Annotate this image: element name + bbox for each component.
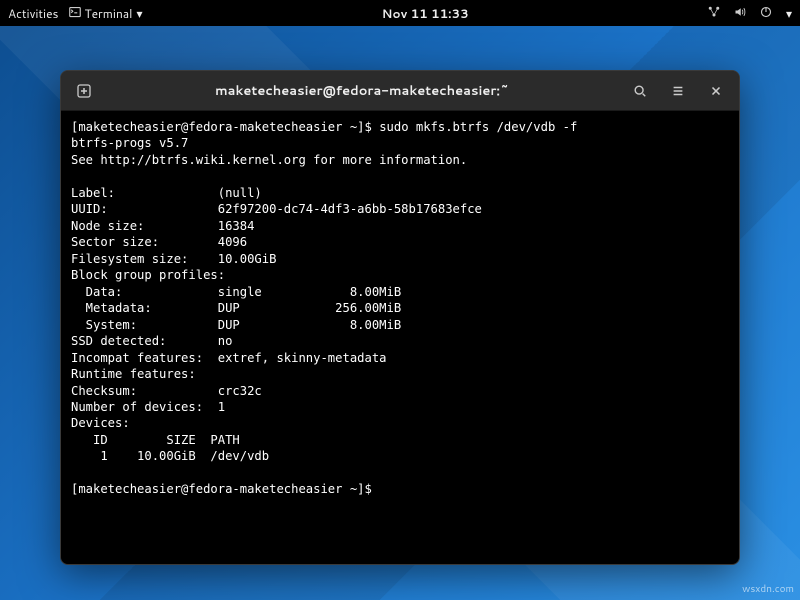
menu-button[interactable] <box>663 76 693 106</box>
output-line: Incompat features: extref, skinny-metada… <box>71 351 387 365</box>
output-line: Metadata: DUP 256.00MiB <box>71 301 401 315</box>
output-line: Label: (null) <box>71 186 262 200</box>
output-line: Sector size: 4096 <box>71 235 247 249</box>
hamburger-icon <box>671 84 685 98</box>
gnome-top-bar: Activities Terminal ▾ Nov 11 11:33 ▾ <box>0 0 800 26</box>
command-text: sudo mkfs.btrfs /dev/vdb -f <box>379 120 577 134</box>
output-line: Node size: 16384 <box>71 219 254 233</box>
shell-prompt: [maketecheasier@fedora-maketecheasier ~]… <box>71 482 379 496</box>
activities-button[interactable]: Activities <box>8 5 59 22</box>
close-button[interactable] <box>701 76 731 106</box>
output-line: btrfs-progs v5.7 <box>71 136 188 150</box>
network-icon[interactable] <box>708 5 720 22</box>
output-line: SSD detected: no <box>71 334 232 348</box>
output-line: System: DUP 8.00MiB <box>71 318 401 332</box>
system-chevron-icon[interactable]: ▾ <box>786 5 792 22</box>
clock[interactable]: Nov 11 11:33 <box>142 5 708 22</box>
new-tab-button[interactable] <box>69 76 99 106</box>
output-line: Number of devices: 1 <box>71 400 225 414</box>
terminal-icon <box>69 5 81 22</box>
output-line: Filesystem size: 10.00GiB <box>71 252 276 266</box>
app-menu-label: Terminal <box>85 5 133 22</box>
search-icon <box>633 84 647 98</box>
terminal-window: maketecheasier@fedora-maketecheasier:~ [… <box>60 70 740 565</box>
terminal-output[interactable]: [maketecheasier@fedora-maketecheasier ~]… <box>61 111 739 564</box>
window-titlebar[interactable]: maketecheasier@fedora-maketecheasier:~ <box>61 71 739 111</box>
output-line: Checksum: crc32c <box>71 384 262 398</box>
search-button[interactable] <box>625 76 655 106</box>
app-menu[interactable]: Terminal ▾ <box>69 5 143 22</box>
output-line: ID SIZE PATH <box>71 433 240 447</box>
output-line: Runtime features: <box>71 367 196 381</box>
close-icon <box>709 84 723 98</box>
output-line: See http://btrfs.wiki.kernel.org for mor… <box>71 153 467 167</box>
output-line: Data: single 8.00MiB <box>71 285 401 299</box>
output-line: Block group profiles: <box>71 268 225 282</box>
watermark: wsxdn.com <box>742 582 794 596</box>
shell-prompt: [maketecheasier@fedora-maketecheasier ~]… <box>71 120 379 134</box>
power-icon[interactable] <box>760 5 772 22</box>
window-title: maketecheasier@fedora-maketecheasier:~ <box>101 82 623 100</box>
volume-icon[interactable] <box>734 5 746 22</box>
output-line: UUID: 62f97200-dc74-4df3-a6bb-58b17683ef… <box>71 202 482 216</box>
output-line: 1 10.00GiB /dev/vdb <box>71 449 269 463</box>
output-line: Devices: <box>71 416 130 430</box>
